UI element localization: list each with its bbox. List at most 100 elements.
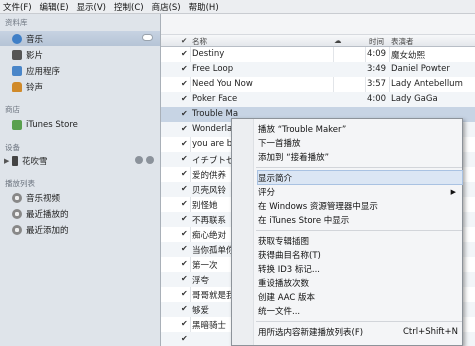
sidebar: 资料库 音乐 影片 应用程序 铃声 商店 iTunes Store 设备 ▶ 花吹雪 播放列表 音乐… [0, 14, 161, 346]
context-menu-item-2[interactable]: 添加到 “接着播放” [258, 150, 462, 163]
sidebar-item-playlists-0[interactable]: 音乐视频 [0, 190, 160, 205]
row-checkbox[interactable]: ✔ [181, 64, 188, 73]
name-column-header[interactable]: 名称 [192, 36, 207, 47]
phone-icon [12, 155, 18, 166]
row-checkbox[interactable]: ✔ [181, 319, 188, 328]
table-row[interactable]: ✔ Poker Face 4:00 Lady GaGa [161, 92, 475, 107]
table-row[interactable]: ✔ Need You Now 3:57 Lady Antebellum [161, 77, 475, 92]
row-checkbox[interactable]: ✔ [181, 214, 188, 223]
artist-column-header[interactable]: 表演者 [391, 36, 414, 47]
row-checkbox[interactable]: ✔ [181, 169, 188, 178]
context-menu-item-1[interactable]: 下一首播放 [258, 136, 462, 149]
store-icon [12, 119, 22, 130]
menu-item-4[interactable]: 商店(S) [152, 1, 181, 13]
context-menu-item-9[interactable]: 获取专辑插图 [258, 234, 462, 247]
film-icon [12, 49, 22, 60]
track-name: 痴心绝对 [192, 231, 227, 241]
track-name: 第一次 [192, 261, 218, 271]
table-row[interactable]: ✔ Destiny 4:09 魔女幼熙 [161, 47, 475, 62]
sidebar-item-label: 最近播放的 [26, 209, 69, 220]
track-artist: 魔女幼熙 [391, 51, 426, 61]
track-name: 黑暗骑士 [192, 321, 227, 331]
row-checkbox[interactable]: ✔ [181, 124, 188, 133]
menu-separator [256, 167, 462, 168]
row-checkbox[interactable]: ✔ [181, 259, 188, 268]
sidebar-item-playlists-1[interactable]: 最近播放的 [0, 206, 160, 221]
row-checkbox[interactable]: ✔ [181, 109, 188, 118]
menu-bar: 文件(F) 编辑(E) 显示(V) 控制(C) 商店(S) 帮助(H) [0, 0, 475, 14]
bell-icon [12, 81, 22, 92]
context-menu-item-7[interactable]: 在 iTunes Store 中显示 [258, 213, 462, 226]
table-row[interactable]: ✔ Free Loop 3:49 Daniel Powter [161, 62, 475, 77]
row-checkbox[interactable]: ✔ [181, 244, 188, 253]
context-menu-item-5[interactable]: 评分 ▶ [258, 185, 462, 198]
sidebar-item-label: 花吹雪 [22, 156, 48, 167]
sidebar-item-label: 音乐 [26, 34, 44, 45]
menu-item-5[interactable]: 帮助(H) [189, 1, 219, 13]
menu-item-label: 在 Windows 资源管理器中显示 [258, 201, 378, 212]
check-column-header[interactable]: ✔ [181, 36, 187, 45]
sidebar-item-store-0[interactable]: iTunes Store [0, 117, 160, 132]
sidebar-item-label: iTunes Store [26, 119, 78, 130]
sidebar-item-playlists-2[interactable]: 最近添加的 [0, 222, 160, 237]
sidebar-item-devices-0[interactable]: ▶ 花吹雪 [0, 153, 160, 168]
app-icon [12, 65, 22, 76]
menu-item-label: 获取专辑插图 [258, 236, 310, 247]
menu-item-1[interactable]: 编辑(E) [40, 1, 69, 13]
menu-gutter [232, 119, 254, 345]
track-name: 哥哥就是我 [192, 291, 235, 301]
row-checkbox[interactable]: ✔ [181, 79, 188, 88]
row-checkbox[interactable]: ✔ [181, 184, 188, 193]
context-menu-item-11[interactable]: 转换 ID3 标记... [258, 262, 462, 275]
row-checkbox[interactable]: ✔ [181, 229, 188, 238]
track-artist: Lady Antebellum [391, 79, 463, 89]
sidebar-item-library-1[interactable]: 影片 [0, 47, 160, 62]
row-checkbox[interactable]: ✔ [181, 154, 188, 163]
context-menu-item-6[interactable]: 在 Windows 资源管理器中显示 [258, 199, 462, 212]
time-column-header[interactable]: 时间 [369, 36, 384, 47]
track-name: イチブトゼ [192, 156, 235, 166]
row-checkbox[interactable]: ✔ [181, 334, 188, 343]
menu-item-label: 显示简介 [258, 173, 293, 184]
cloud-column-header[interactable]: ☁ [334, 36, 342, 45]
context-menu-item-16[interactable]: 用所选内容新建播放列表(F) Ctrl+Shift+N [258, 325, 462, 338]
gear-icon [12, 224, 22, 235]
menu-item-label: 下一首播放 [258, 138, 301, 149]
submenu-arrow-icon: ▶ [450, 187, 456, 196]
menu-item-3[interactable]: 控制(C) [114, 1, 144, 13]
context-menu-item-0[interactable]: 播放 “Trouble Maker” [258, 122, 462, 135]
menu-item-label: 添加到 “接着播放” [258, 152, 330, 163]
context-menu-item-12[interactable]: 重设播放次数 [258, 276, 462, 289]
row-checkbox[interactable]: ✔ [181, 199, 188, 208]
menu-item-label: 在 iTunes Store 中显示 [258, 215, 350, 226]
row-checkbox[interactable]: ✔ [181, 94, 188, 103]
cloud-icon[interactable] [142, 34, 153, 41]
context-menu-item-10[interactable]: 获得曲目名称(T) [258, 248, 462, 261]
row-checkbox[interactable]: ✔ [181, 289, 188, 298]
context-menu-item-13[interactable]: 创建 AAC 版本 [258, 290, 462, 303]
row-checkbox[interactable]: ✔ [181, 139, 188, 148]
eject-icon[interactable] [146, 156, 154, 164]
menu-item-2[interactable]: 显示(V) [77, 1, 106, 13]
track-time: 4:00 [367, 94, 387, 104]
track-name: Destiny [192, 49, 225, 59]
expand-arrow-icon[interactable]: ▶ [4, 157, 10, 165]
context-menu-item-4[interactable]: 显示简介 [257, 170, 463, 185]
sync-icon[interactable] [135, 156, 143, 164]
row-checkbox[interactable]: ✔ [181, 274, 188, 283]
context-menu-item-14[interactable]: 统一文件... [258, 304, 462, 317]
menu-item-0[interactable]: 文件(F) [3, 1, 32, 13]
track-name: Need You Now [192, 79, 253, 89]
library-section-header: 资料库 [5, 18, 28, 27]
sidebar-item-label: 最近添加的 [26, 225, 69, 236]
row-checkbox[interactable]: ✔ [181, 49, 188, 58]
track-name: 够爱 [192, 306, 210, 316]
devices-section-header: 设备 [5, 143, 20, 152]
menu-item-label: 用所选内容新建播放列表(F) [258, 327, 364, 338]
gear-icon [12, 208, 22, 219]
row-checkbox[interactable]: ✔ [181, 304, 188, 313]
sidebar-item-library-2[interactable]: 应用程序 [0, 63, 160, 78]
sidebar-item-library-3[interactable]: 铃声 [0, 79, 160, 94]
sidebar-item-library-0[interactable]: 音乐 [0, 31, 160, 46]
gear-icon [12, 192, 22, 203]
